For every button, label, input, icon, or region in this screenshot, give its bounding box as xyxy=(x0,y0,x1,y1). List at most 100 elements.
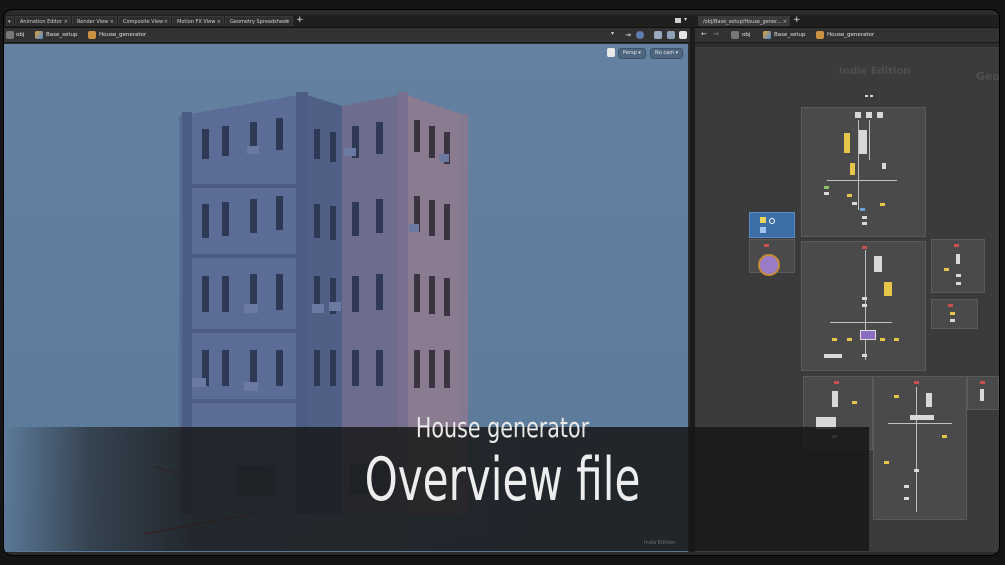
tab-composite-view[interactable]: Composite View × xyxy=(118,16,171,26)
network-node[interactable] xyxy=(860,208,865,211)
network-node[interactable] xyxy=(980,381,985,384)
net-path-obj[interactable]: obj xyxy=(742,28,750,42)
tab-motion-fx-view[interactable]: Motion FX View × xyxy=(172,16,224,26)
tab-render-view[interactable]: Render View × xyxy=(72,16,117,26)
network-node[interactable] xyxy=(847,194,852,197)
network-box[interactable] xyxy=(967,376,999,410)
network-node[interactable] xyxy=(870,95,873,97)
network-node[interactable] xyxy=(894,338,899,341)
tab-animation-editor[interactable]: Animation Editor × xyxy=(15,16,71,26)
context-watermark: Geor xyxy=(976,70,999,83)
network-box[interactable] xyxy=(931,239,985,293)
network-node[interactable] xyxy=(862,354,867,357)
selected-node-icon[interactable] xyxy=(758,254,780,276)
network-node[interactable] xyxy=(914,381,919,384)
pane-options-icon[interactable]: ▾ xyxy=(684,16,687,23)
viewport-watermark: Indie Edition xyxy=(644,540,676,546)
object-node-icon xyxy=(763,31,771,39)
tab-close-icon[interactable]: × xyxy=(286,17,290,26)
tab-geometry-spreadsheet[interactable]: Geometry Spreadsheet × xyxy=(225,16,293,26)
tab-close-icon[interactable]: × xyxy=(110,17,114,26)
network-node[interactable] xyxy=(942,435,947,438)
network-node[interactable] xyxy=(862,297,867,300)
network-node[interactable] xyxy=(860,330,876,340)
network-node[interactable] xyxy=(852,202,857,205)
network-node[interactable] xyxy=(950,312,955,315)
house-node-icon xyxy=(816,31,824,39)
tab-network-path[interactable]: /obj/Base_setup/House_gener... × xyxy=(698,16,790,26)
network-node[interactable] xyxy=(877,112,883,118)
maximize-pane-icon[interactable] xyxy=(679,31,687,39)
network-node[interactable] xyxy=(956,274,961,277)
display-options-icon[interactable] xyxy=(667,31,675,39)
path-dropdown-icon[interactable]: ▾ xyxy=(611,30,614,37)
subnet-node[interactable] xyxy=(749,212,795,238)
network-node[interactable] xyxy=(862,304,867,307)
add-network-tab-icon[interactable]: + xyxy=(793,15,801,26)
network-node[interactable] xyxy=(865,95,868,97)
network-node[interactable] xyxy=(894,395,899,398)
network-node[interactable] xyxy=(824,354,842,358)
house-node-icon xyxy=(88,31,96,39)
pane-layout-icon[interactable] xyxy=(675,18,681,23)
network-node[interactable] xyxy=(850,163,855,175)
network-box[interactable] xyxy=(749,239,795,276)
network-node[interactable] xyxy=(914,469,919,472)
network-box[interactable] xyxy=(801,241,926,371)
network-node[interactable] xyxy=(880,338,885,341)
net-path-base-setup[interactable]: Base_setup xyxy=(774,28,806,42)
network-node[interactable] xyxy=(956,254,960,264)
network-node[interactable] xyxy=(859,130,867,154)
network-node[interactable] xyxy=(880,203,885,206)
net-path-house-generator[interactable]: House_generator xyxy=(827,28,874,42)
network-node[interactable] xyxy=(855,112,861,118)
tab-close-icon[interactable]: × xyxy=(64,17,68,26)
network-node[interactable] xyxy=(852,401,857,404)
network-node[interactable] xyxy=(948,304,953,307)
forward-arrow-icon[interactable]: → xyxy=(713,30,719,38)
network-node[interactable] xyxy=(764,244,769,247)
path-obj[interactable]: obj xyxy=(16,28,24,42)
network-box[interactable] xyxy=(931,299,978,329)
pane-tab-strip: ▾ Animation Editor × Render View × Composi… xyxy=(4,15,999,28)
network-node[interactable] xyxy=(862,222,867,225)
network-box[interactable] xyxy=(801,107,926,237)
network-node[interactable] xyxy=(954,244,959,247)
network-node[interactable] xyxy=(956,282,961,285)
snapshot-icon[interactable] xyxy=(654,31,662,39)
network-node[interactable] xyxy=(824,192,829,195)
network-node[interactable] xyxy=(866,112,872,118)
overlay-title: Overview file xyxy=(364,445,641,515)
path-base-setup[interactable]: Base_setup xyxy=(46,28,78,42)
pin-icon[interactable]: ⇥ xyxy=(625,31,631,39)
network-node[interactable] xyxy=(844,133,850,153)
viewport-path-bar: obj Base_setup House_generator ▾ ⇥ xyxy=(4,28,690,43)
back-arrow-icon[interactable]: ← xyxy=(701,30,707,38)
network-node[interactable] xyxy=(834,381,839,384)
network-node[interactable] xyxy=(884,282,892,296)
network-node[interactable] xyxy=(950,319,955,322)
network-path-bar: ← → obj Base_setup House_generator xyxy=(695,28,999,43)
network-node[interactable] xyxy=(832,338,837,341)
network-node[interactable] xyxy=(824,186,829,189)
network-node[interactable] xyxy=(882,163,886,169)
add-tab-icon[interactable]: + xyxy=(296,15,304,26)
network-node[interactable] xyxy=(980,389,984,401)
network-node[interactable] xyxy=(832,391,838,407)
network-node[interactable] xyxy=(904,485,909,488)
tab-close-icon[interactable]: × xyxy=(164,17,168,26)
network-node[interactable] xyxy=(847,338,852,341)
network-node[interactable] xyxy=(904,497,909,500)
network-node[interactable] xyxy=(862,246,867,249)
obj-context-icon xyxy=(6,31,14,39)
network-node[interactable] xyxy=(874,256,882,272)
network-node[interactable] xyxy=(944,268,949,271)
indie-watermark: Indie Edition xyxy=(839,66,911,77)
network-node[interactable] xyxy=(926,393,932,407)
tab-close-icon[interactable]: × xyxy=(217,17,221,26)
pane-menu-button[interactable]: ▾ xyxy=(6,16,14,26)
view-sphere-icon[interactable] xyxy=(636,31,644,39)
network-node[interactable] xyxy=(862,216,867,219)
tab-close-icon[interactable]: × xyxy=(783,17,787,26)
path-house-generator[interactable]: House_generator xyxy=(99,28,146,42)
